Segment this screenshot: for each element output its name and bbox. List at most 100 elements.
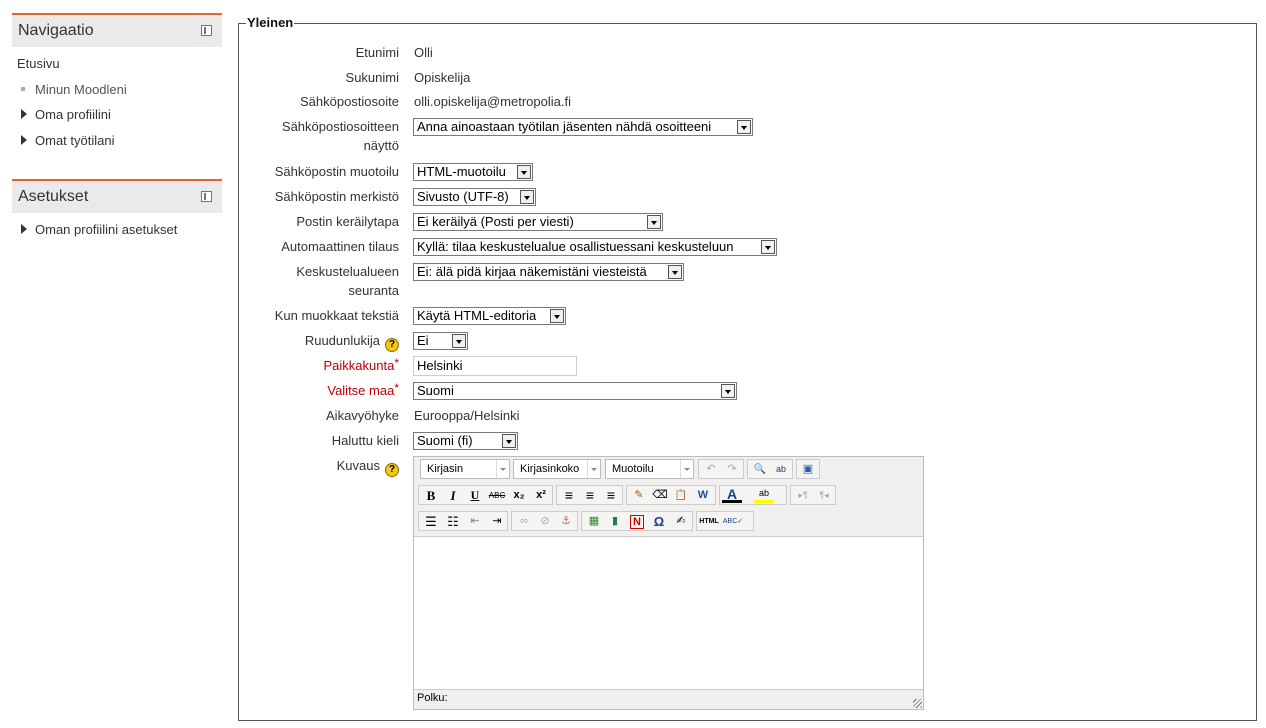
expand-arrow-icon[interactable] (21, 135, 27, 145)
image-icon[interactable]: ▦ (584, 513, 604, 530)
align-group: ≡ ≡ ≡ (556, 485, 623, 505)
ltr-icon[interactable]: ▸¶ (793, 487, 813, 504)
description-label-text: Kuvaus (336, 458, 380, 473)
chevron-down-icon[interactable] (680, 460, 693, 478)
undo-icon[interactable]: ↶ (701, 461, 721, 478)
search-group: 🔍 ab (747, 459, 793, 479)
settings-block: Asetukset Oman profiilini asetukset (12, 179, 222, 249)
font-family-select[interactable]: Kirjasin (420, 459, 510, 479)
resize-handle[interactable] (913, 699, 922, 708)
help-icon[interactable]: ? (385, 338, 399, 352)
mailformat-select[interactable]: HTML-muotoilu (413, 163, 533, 181)
html-source-icon[interactable]: HTML (699, 513, 719, 530)
expand-arrow-icon[interactable] (21, 109, 27, 119)
firstname-value: Olli (414, 45, 433, 60)
description-label: Kuvaus? (337, 456, 399, 477)
link-icon[interactable]: ∞ (514, 513, 534, 530)
outdent-icon[interactable]: ⇤ (465, 513, 485, 530)
chevron-down-icon[interactable] (502, 434, 516, 448)
subscript-icon[interactable]: x₂ (509, 487, 529, 504)
special-char-icon[interactable]: Ω (649, 513, 669, 530)
strikethrough-icon[interactable]: ABC (487, 487, 507, 504)
eraser-icon[interactable]: ⌫ (650, 487, 670, 504)
nav-item-home[interactable]: Etusivu (17, 56, 60, 71)
media-icon[interactable]: ▮ (605, 513, 625, 530)
chevron-down-icon[interactable] (517, 165, 531, 179)
text-color-icon[interactable]: A (722, 487, 742, 503)
bullet-icon (21, 87, 25, 91)
numbered-list-icon[interactable]: ☷ (443, 513, 463, 530)
editor-content-area[interactable] (414, 536, 923, 690)
expand-arrow-icon[interactable] (21, 224, 27, 234)
nav-item-my-profile[interactable]: Oma profiilini (12, 107, 212, 123)
trackforums-label-line1: Keskustelualueen (296, 264, 399, 279)
font-size-select[interactable]: Kirjasinkoko (513, 459, 601, 479)
superscript-icon[interactable]: x² (531, 487, 551, 504)
nav-item-label[interactable]: Minun Moodleni (35, 82, 127, 97)
maildisplay-select[interactable]: Anna ainoastaan työtilan jäsenten nähdä … (413, 118, 753, 136)
nav-item-label[interactable]: Oma profiilini (35, 107, 111, 122)
lang-select[interactable]: Suomi (fi) (413, 432, 518, 450)
align-left-icon[interactable]: ≡ (559, 487, 579, 504)
rtl-icon[interactable]: ¶◂ (814, 487, 834, 504)
chevron-down-icon[interactable] (520, 190, 534, 204)
maildisplay-label-line2: näyttö (363, 138, 399, 153)
align-right-icon[interactable]: ≡ (601, 487, 621, 504)
align-center-icon[interactable]: ≡ (580, 487, 600, 504)
mailcharset-label: Sähköpostin merkistö (274, 189, 399, 204)
highlight-color-icon[interactable]: ab (754, 487, 774, 503)
autosubscribe-select[interactable]: Kyllä: tilaa keskustelualue osallistuess… (413, 238, 777, 256)
nav-item-my-courses[interactable]: Omat työtilani (12, 133, 212, 149)
redo-icon[interactable]: ↷ (722, 461, 742, 478)
anchor-icon[interactable]: ⚓ (556, 513, 576, 530)
mailcharset-select[interactable]: Sivusto (UTF-8) (413, 188, 536, 206)
indent-icon[interactable]: ⇥ (487, 513, 507, 530)
trackforums-select[interactable]: Ei: älä pidä kirjaa näkemistäni viesteis… (413, 263, 684, 281)
chevron-down-icon[interactable] (761, 240, 775, 254)
screenreader-select[interactable]: Ei (413, 332, 468, 350)
cleanup-icon[interactable]: ✎ (629, 487, 649, 504)
fieldset-legend[interactable]: Yleinen (246, 15, 295, 30)
chevron-down-icon[interactable] (452, 334, 466, 348)
firstname-label: Etunimi (355, 45, 399, 60)
chevron-down-icon[interactable] (721, 384, 735, 398)
unlink-icon[interactable]: ⊘ (535, 513, 555, 530)
select-value: Anna ainoastaan työtilan jäsenten nähdä … (417, 119, 712, 134)
maildigest-select[interactable]: Ei keräilyä (Posti per viesti) (413, 213, 663, 231)
paste-word-icon[interactable]: W (693, 487, 713, 504)
chevron-down-icon[interactable] (647, 215, 661, 229)
htmleditor-select[interactable]: Käytä HTML-editoria (413, 307, 566, 325)
dock-icon[interactable] (201, 191, 212, 202)
nolink-icon[interactable]: N (630, 515, 644, 529)
select-value: HTML-muotoilu (417, 164, 506, 179)
input-value: Helsinki (417, 358, 463, 373)
edit-icon[interactable]: ✍ (671, 513, 691, 530)
country-select[interactable]: Suomi (413, 382, 737, 400)
chevron-down-icon[interactable] (737, 120, 751, 134)
select-value: Suomi (fi) (417, 433, 473, 448)
underline-icon[interactable]: U (465, 487, 485, 504)
help-icon[interactable]: ? (385, 463, 399, 477)
trackforums-label: Keskustelualueen seuranta (296, 262, 399, 300)
italic-icon[interactable]: I (443, 487, 463, 504)
settings-item-profile[interactable]: Oman profiilini asetukset (12, 222, 212, 238)
city-input[interactable]: Helsinki (413, 356, 577, 376)
settings-item-label[interactable]: Oman profiilini asetukset (35, 222, 177, 237)
nav-item-label[interactable]: Omat työtilani (35, 133, 114, 148)
fullscreen-icon[interactable]: ▣ (798, 461, 818, 478)
nav-item-label[interactable]: Etusivu (17, 56, 60, 71)
spellcheck-icon[interactable]: ABC✓ (721, 513, 745, 530)
find-icon[interactable]: 🔍 (750, 461, 770, 478)
format-select[interactable]: Muotoilu (605, 459, 694, 479)
chevron-down-icon[interactable] (550, 309, 564, 323)
chevron-down-icon[interactable] (587, 460, 600, 478)
country-label: Valitse maa* (327, 381, 399, 401)
chevron-down-icon[interactable] (496, 460, 509, 478)
paste-text-icon[interactable]: 📋 (671, 487, 691, 504)
bold-icon[interactable]: B (421, 487, 441, 504)
chevron-down-icon[interactable] (668, 265, 682, 279)
nav-item-my-moodle[interactable]: Minun Moodleni (12, 82, 212, 98)
dock-icon[interactable] (201, 25, 212, 36)
bullet-list-icon[interactable]: ☰ (421, 513, 441, 530)
replace-icon[interactable]: ab (771, 461, 791, 478)
